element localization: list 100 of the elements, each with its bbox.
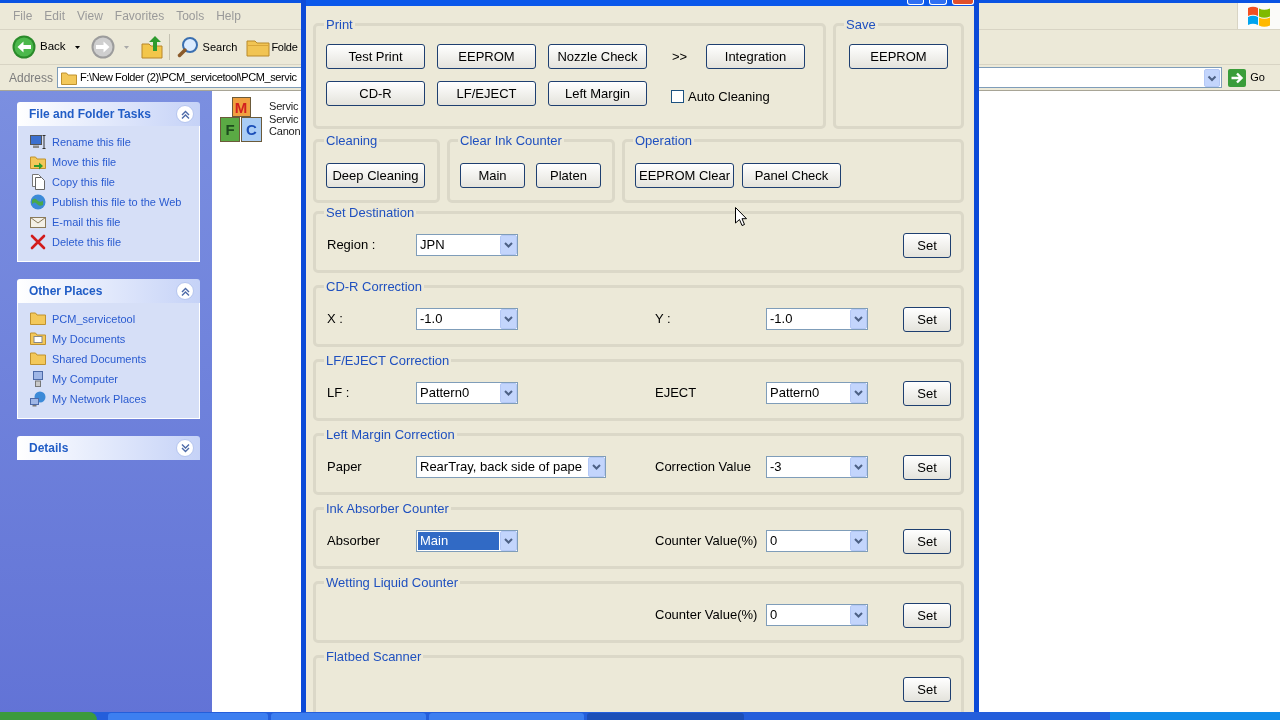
minimize-button[interactable] xyxy=(907,0,924,5)
forward-arrow-icon xyxy=(90,35,115,59)
mouse-pointer-icon xyxy=(735,207,747,226)
monitor-icon xyxy=(30,134,46,150)
folder-icon xyxy=(30,351,46,367)
dropdown[interactable]: RearTray, back side of pape xyxy=(416,456,606,478)
checkbox-label: Auto Cleaning xyxy=(688,88,770,106)
dropdown[interactable]: 0 xyxy=(766,530,868,552)
back-arrow-icon xyxy=(12,35,36,59)
folder-arrow-icon xyxy=(30,154,46,170)
checkbox[interactable] xyxy=(671,90,684,104)
field-label: X : xyxy=(326,310,344,329)
group-title: LF/EJECT Correction xyxy=(325,352,451,368)
set-button[interactable]: Set xyxy=(903,676,951,702)
dropdown[interactable]: -3 xyxy=(766,456,868,478)
action-button[interactable]: Deep Cleaning xyxy=(326,162,425,188)
place-link[interactable]: PCM_servicetool xyxy=(30,309,199,329)
place-link[interactable]: My Computer xyxy=(30,369,199,389)
task-link[interactable]: E-mail this file xyxy=(30,212,199,232)
place-link[interactable]: My Documents xyxy=(30,329,199,349)
expand-button[interactable] xyxy=(176,439,194,457)
group-title: Operation xyxy=(634,132,694,148)
panel-title: Details xyxy=(29,440,69,457)
group-title: Print xyxy=(325,17,354,32)
print-button[interactable]: LF/EJECT xyxy=(437,81,536,106)
folder-icon xyxy=(30,311,46,327)
panel-title: File and Folder Tasks xyxy=(29,106,151,123)
more-label: >> xyxy=(672,47,688,66)
chevron-up-icon xyxy=(180,109,190,119)
collapse-button[interactable] xyxy=(176,105,194,123)
search-icon xyxy=(176,36,199,58)
document-folder-icon xyxy=(30,331,46,347)
place-link[interactable]: Shared Documents xyxy=(30,349,199,369)
field-label: Y : xyxy=(655,310,672,329)
folders-button[interactable]: Folde xyxy=(246,33,298,61)
save-button[interactable]: EEPROM xyxy=(849,44,948,69)
cross-icon xyxy=(30,234,46,250)
set-button[interactable]: Set xyxy=(903,528,951,554)
dropdown[interactable]: -1.0 xyxy=(766,308,868,330)
network-computer-icon xyxy=(30,391,46,407)
start-button[interactable] xyxy=(0,712,97,720)
task-link[interactable]: Move this file xyxy=(30,152,199,172)
task-link[interactable]: Copy this file xyxy=(30,172,199,192)
field-label: Counter Value(%) xyxy=(655,532,759,551)
dropdown[interactable]: Pattern0 xyxy=(766,382,868,404)
group-title: Wetting Liquid Counter xyxy=(325,574,459,590)
group-title: Set Destination xyxy=(325,204,416,220)
group-title: Cleaning xyxy=(325,132,379,148)
task-link[interactable]: Delete this file xyxy=(30,232,199,252)
set-button[interactable]: Set xyxy=(903,454,951,480)
close-button[interactable] xyxy=(952,0,974,5)
letter-block: M xyxy=(231,97,251,117)
globe-icon xyxy=(30,194,46,210)
group-title: CD-R Correction xyxy=(325,278,424,294)
search-button[interactable]: Search xyxy=(176,33,238,61)
task-link[interactable]: Publish this file to the Web xyxy=(30,192,199,212)
caret-icon xyxy=(74,45,80,49)
dropdown[interactable]: Main xyxy=(416,530,518,552)
print-button[interactable]: Nozzle Check xyxy=(548,44,647,69)
collapse-button[interactable] xyxy=(176,282,194,300)
panel-title: Other Places xyxy=(29,283,103,300)
maximize-button[interactable] xyxy=(929,0,947,5)
up-folder-button[interactable] xyxy=(140,33,163,61)
action-button[interactable]: Platen xyxy=(536,162,601,188)
task-link[interactable]: Rename this file xyxy=(30,132,199,152)
set-button[interactable]: Set xyxy=(903,232,951,258)
action-button[interactable]: EEPROM Clear xyxy=(635,162,734,188)
place-link[interactable]: My Network Places xyxy=(30,389,199,409)
file-label-line: Servic xyxy=(269,100,300,113)
chevron-down-icon xyxy=(180,443,190,453)
group-title: Left Margin Correction xyxy=(325,426,456,442)
print-button[interactable]: Left Margin xyxy=(548,81,647,106)
back-button[interactable]: Back xyxy=(12,33,80,61)
file-label-line: Servic xyxy=(269,112,300,125)
caret-icon xyxy=(123,45,129,49)
dropdown[interactable]: -1.0 xyxy=(416,308,518,330)
set-button[interactable]: Set xyxy=(903,306,951,332)
dropdown[interactable]: 0 xyxy=(766,604,868,626)
folder-icon xyxy=(61,70,78,85)
print-button[interactable]: EEPROM xyxy=(437,44,536,69)
envelope-icon xyxy=(30,214,46,230)
action-button[interactable]: Panel Check xyxy=(742,162,841,188)
field-label: Correction Value xyxy=(655,458,752,477)
group-title: Ink Absorber Counter xyxy=(325,500,450,516)
arrow-icon xyxy=(1228,68,1247,87)
print-button[interactable]: Test Print xyxy=(326,44,425,69)
field-label: Paper xyxy=(326,458,363,477)
dropdown[interactable]: JPN xyxy=(416,234,518,256)
action-button[interactable]: Main xyxy=(460,162,525,188)
set-button[interactable]: Set xyxy=(903,602,951,628)
group-title: Clear Ink Counter xyxy=(459,132,563,148)
group-title: Save xyxy=(845,17,877,32)
go-button[interactable]: Go xyxy=(1228,67,1265,88)
file-label-line: Canon xyxy=(269,125,301,138)
dropdown[interactable]: Pattern0 xyxy=(416,382,518,404)
print-button[interactable]: CD-R xyxy=(326,81,425,106)
field-label: Counter Value(%) xyxy=(655,606,759,625)
integration-button[interactable]: Integration xyxy=(706,44,805,69)
pages-icon xyxy=(30,174,46,190)
set-button[interactable]: Set xyxy=(903,380,951,406)
